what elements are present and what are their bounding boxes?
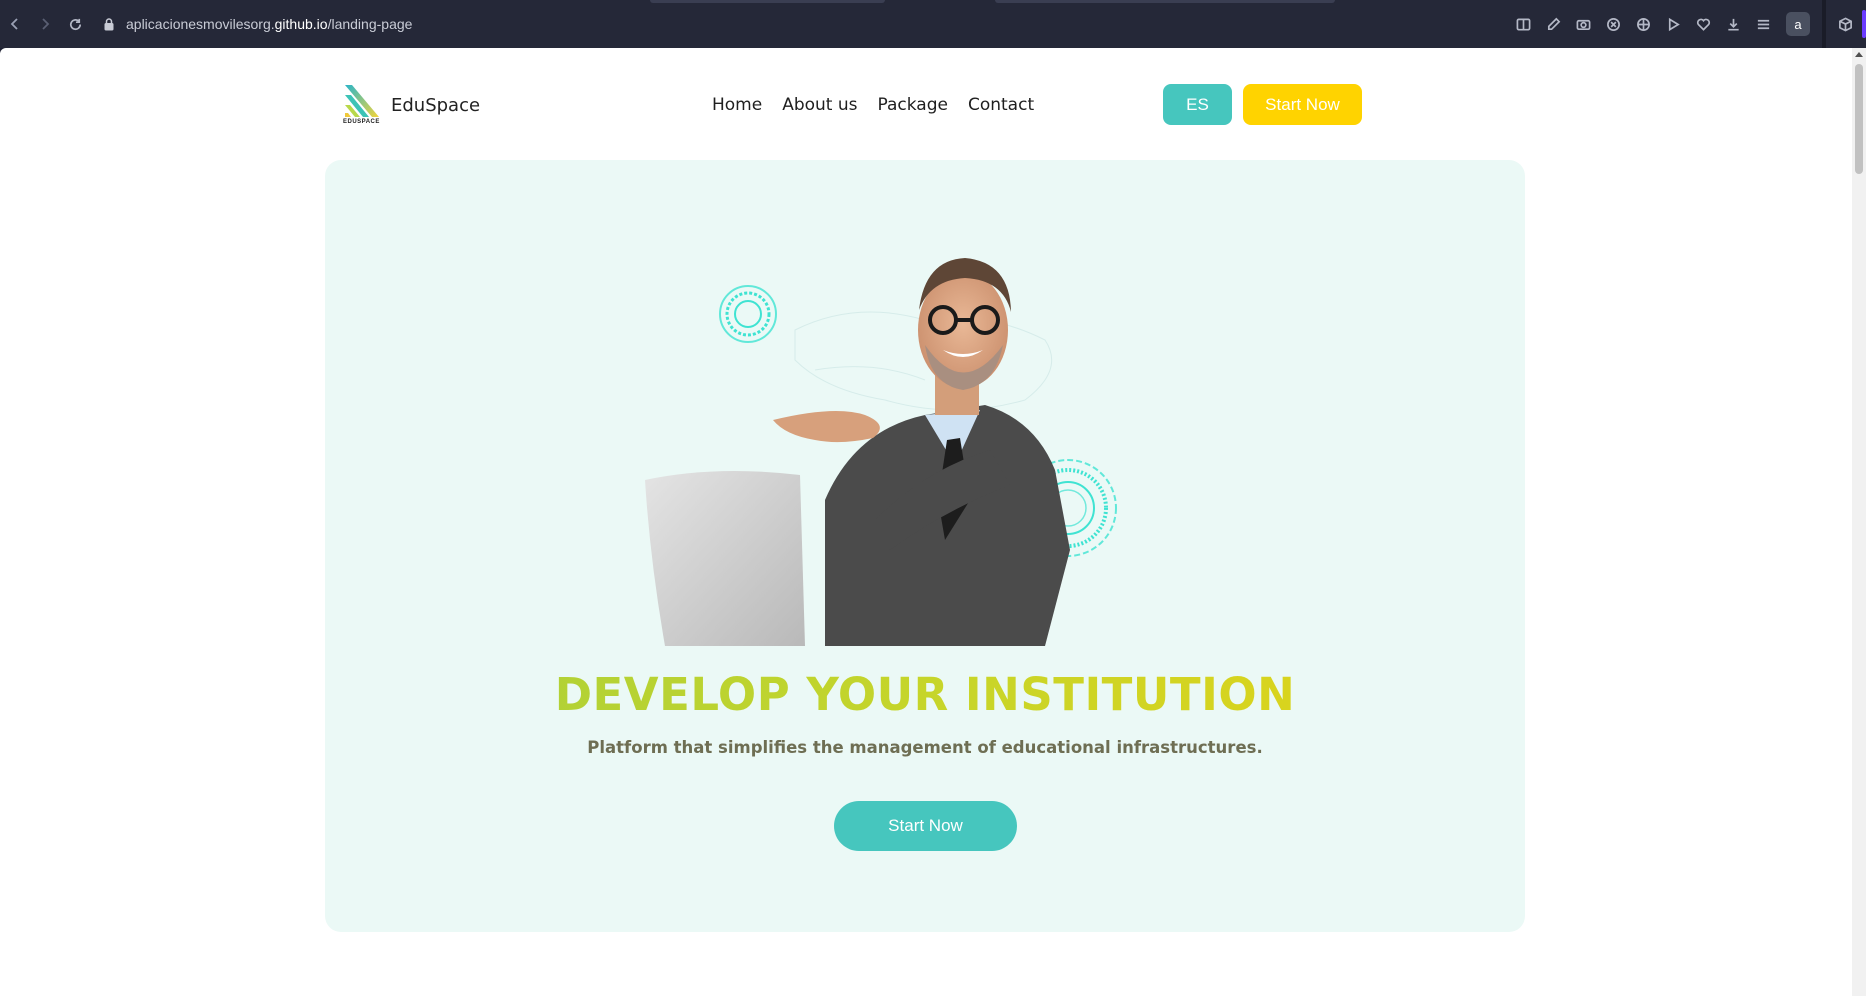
hero-subtitle: Platform that simplifies the management … (587, 738, 1263, 757)
profile-avatar[interactable]: a (1786, 12, 1810, 36)
start-now-header-button[interactable]: Start Now (1243, 84, 1362, 125)
brand-name: EduSpace (391, 94, 481, 116)
sidebar-accent (1862, 10, 1866, 38)
toolbar-divider (1822, 0, 1826, 48)
reader-view-icon[interactable] (1508, 9, 1538, 39)
nav-about-us[interactable]: About us (782, 95, 857, 115)
nav-contact[interactable]: Contact (968, 95, 1034, 115)
forward-icon[interactable] (30, 9, 60, 39)
hud-circle-small (719, 285, 777, 343)
language-toggle-button[interactable]: ES (1163, 84, 1232, 125)
page-viewport: EDUSPACE EduSpace Home About us Package … (0, 48, 1852, 996)
browser-extension-icons: a (1508, 0, 1866, 48)
address-bar[interactable]: aplicacionesmovilesorg. github.io/landing… (104, 8, 412, 40)
edit-icon[interactable] (1538, 9, 1568, 39)
play-icon[interactable] (1658, 9, 1688, 39)
tab-hint (995, 0, 1335, 3)
hero-title: DEVELOP YOUR INSTITUTION (325, 668, 1525, 721)
scrollbar-thumb[interactable] (1855, 64, 1863, 174)
heart-icon[interactable] (1688, 9, 1718, 39)
scroll-up-icon[interactable] (1855, 52, 1863, 57)
logo-caption: EDUSPACE (343, 119, 380, 125)
reload-icon[interactable] (60, 9, 90, 39)
download-icon[interactable] (1718, 9, 1748, 39)
hero-section: DEVELOP YOUR INSTITUTION Platform that s… (325, 160, 1525, 932)
url-path: /landing-page (327, 16, 413, 32)
url-host: github.io (274, 16, 328, 32)
tab-hint (650, 0, 885, 3)
block-icon[interactable] (1598, 9, 1628, 39)
site-header: EDUSPACE EduSpace Home About us Package … (0, 48, 1852, 160)
start-now-hero-button[interactable]: Start Now (834, 801, 1017, 851)
brand-logo[interactable]: EDUSPACE EduSpace (343, 83, 480, 127)
lock-icon (104, 18, 114, 31)
main-nav: Home About us Package Contact (712, 95, 1034, 115)
camera-icon[interactable] (1568, 9, 1598, 39)
menu-icon[interactable] (1748, 9, 1778, 39)
extensions-cube-icon[interactable] (1830, 9, 1860, 39)
eduspace-logo-icon: EDUSPACE (343, 83, 381, 127)
nav-home[interactable]: Home (712, 95, 762, 115)
url-prefix: aplicacionesmovilesorg. (126, 16, 275, 32)
page-scrollbar[interactable] (1852, 48, 1866, 996)
browser-toolbar: aplicacionesmovilesorg. github.io/landing… (0, 0, 1866, 48)
hero-illustration (625, 250, 1225, 646)
nav-package[interactable]: Package (878, 95, 948, 115)
vpn-icon[interactable] (1628, 9, 1658, 39)
back-icon[interactable] (0, 9, 30, 39)
